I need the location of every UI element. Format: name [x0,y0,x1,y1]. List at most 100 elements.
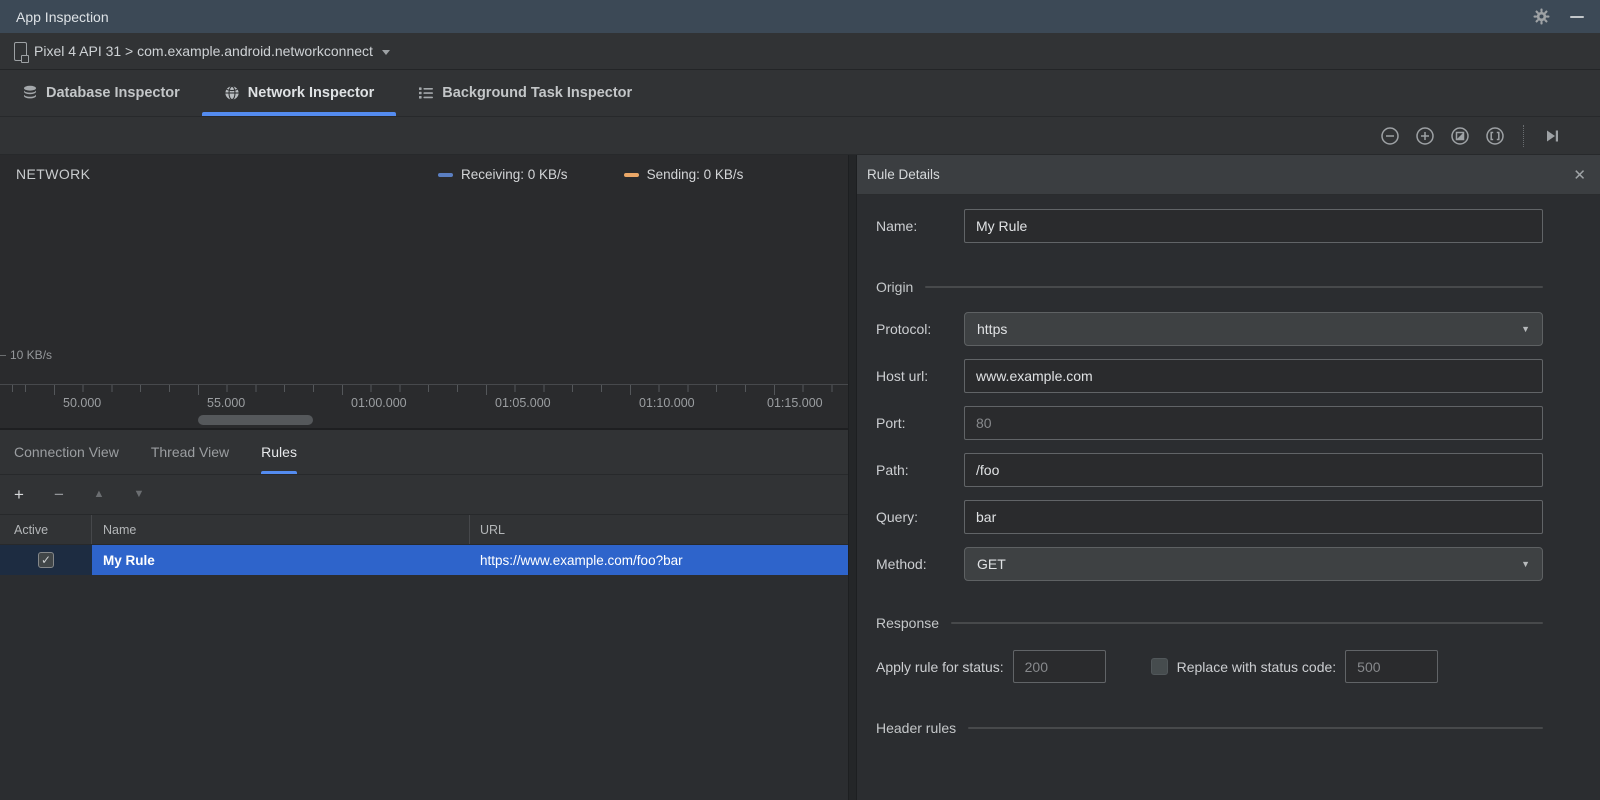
apply-status-input[interactable] [1012,650,1106,683]
y-axis-max-label: 10 KB/s [0,348,52,362]
protocol-row: Protocol: https ▼ [876,312,1543,346]
rule-active-checkbox[interactable]: ✓ [38,552,54,568]
replace-status-input[interactable] [1345,650,1439,683]
dropdown-arrow-icon: ▼ [1521,559,1530,569]
tab-label: Network Inspector [247,85,375,101]
tab-network-inspector[interactable]: Network Inspector [201,70,397,116]
query-label: Query: [876,509,919,525]
receiving-color-swatch [438,172,453,177]
rule-name-input[interactable] [964,209,1543,243]
device-process-bar[interactable]: Pixel 4 API 31 > com.example.android.net… [0,33,1600,70]
zoom-out-icon[interactable] [1380,126,1400,146]
tab-thread-view[interactable]: Thread View [151,430,229,474]
rule-details-header: Rule Details ✕ [857,155,1600,195]
port-label: Port: [876,415,906,431]
tick-label: 01:00.000 [351,396,407,410]
origin-section-header: Origin [876,279,1543,295]
protocol-value: https [977,321,1008,337]
rule-details-form: Name: Origin Protocol: https ▼ Host url:… [857,195,1600,800]
add-rule-button[interactable]: + [10,486,28,503]
port-input[interactable] [964,406,1543,440]
apply-status-label: Apply rule for status: [876,658,1004,675]
settings-gear-icon[interactable] [1532,8,1550,26]
major-tick [774,385,775,395]
section-divider-line [925,286,1543,288]
sending-color-swatch [623,172,639,177]
port-row: Port: [876,406,1543,440]
toolbar-separator [1523,124,1524,147]
path-label: Path: [876,462,909,478]
tab-rules[interactable]: Rules [261,430,297,474]
timeline-minor-ticks [0,385,848,392]
rule-active-cell: ✓ [0,545,92,575]
protocol-label: Protocol: [876,321,932,337]
rule-details-panel: Rule Details ✕ Name: Origin Protocol: ht… [857,155,1600,800]
method-value: GET [977,556,1006,572]
column-header-active[interactable]: Active [0,515,92,544]
device-phone-icon [14,41,29,63]
chart-title: NETWORK [16,166,91,182]
header-rules-section-header: Header rules [876,720,1543,736]
tab-database-inspector[interactable]: Database Inspector [0,70,202,116]
legend-sending: Sending: 0 KB/s [623,167,743,182]
window-title: App Inspection [16,8,109,25]
rule-url-cell: https://www.example.com/foo?bar [470,545,848,575]
profiler-zoom-toolbar [0,117,1600,155]
rules-table-header: Active Name URL [0,515,848,545]
host-label: Host url: [876,368,929,384]
timeline-scrollbar-thumb[interactable] [198,415,313,425]
zoom-in-icon[interactable] [1415,126,1435,146]
remove-rule-button[interactable]: − [50,486,68,503]
major-tick [198,385,199,395]
rules-table-empty-area [0,575,848,800]
legend-receiving-label: Receiving: 0 KB/s [461,167,568,182]
dropdown-arrow-icon: ▼ [1521,324,1530,334]
path-row: Path: [876,453,1543,487]
query-input[interactable] [964,500,1543,534]
protocol-dropdown[interactable]: https ▼ [964,312,1543,346]
response-section-header: Response [876,615,1543,631]
reset-zoom-icon[interactable] [1450,126,1470,146]
name-label: Name: [876,218,918,234]
section-divider-line [951,622,1543,624]
tick-label: 01:10.000 [639,396,695,410]
device-process-selection: Pixel 4 API 31 > com.example.android.net… [34,43,373,59]
tab-connection-view[interactable]: Connection View [14,430,119,474]
close-icon[interactable]: ✕ [1573,166,1586,184]
replace-status-checkbox[interactable] [1150,658,1168,675]
host-url-input[interactable] [964,359,1543,393]
rule-name-cell: My Rule [92,545,470,575]
query-row: Query: [876,500,1543,534]
tick-label: 50.000 [63,396,102,410]
tab-label: Database Inspector [46,85,180,101]
app-inspection-titlebar: App Inspection [0,0,1600,33]
status-code-row: Apply rule for status: Replace with stat… [876,650,1543,683]
move-rule-down-button[interactable]: ▼ [130,489,148,500]
table-row-my-rule[interactable]: ✓ My Rule https://www.example.com/foo?ba… [0,545,848,575]
task-list-icon [419,87,434,99]
zoom-to-selection-icon[interactable] [1485,126,1505,146]
chevron-down-icon [381,49,390,55]
y-axis-tick [0,354,6,356]
network-inspector-left-pane: NETWORK Receiving: 0 KB/s Sending: 0 KB/… [0,155,848,800]
globe-icon [225,85,239,101]
move-rule-up-button[interactable]: ▲ [90,489,108,500]
network-traffic-chart[interactable]: NETWORK Receiving: 0 KB/s Sending: 0 KB/… [0,155,848,430]
timeline-ruler[interactable]: 50.000 55.000 01:00.000 01:05.000 01:10.… [0,384,848,428]
major-tick [342,385,343,395]
column-header-name[interactable]: Name [92,515,470,544]
method-dropdown[interactable]: GET ▼ [964,547,1543,581]
database-icon [24,85,36,99]
panel-splitter[interactable] [848,155,857,800]
path-input[interactable] [964,453,1543,487]
method-label: Method: [876,556,927,572]
tab-background-task-inspector[interactable]: Background Task Inspector [396,70,654,116]
minimize-icon[interactable] [1568,8,1586,26]
go-live-icon[interactable] [1542,126,1562,146]
host-row: Host url: [876,359,1543,393]
name-row: Name: [876,209,1543,243]
tick-label: 55.000 [207,396,246,410]
column-header-url[interactable]: URL [470,515,848,544]
tab-label: Background Task Inspector [442,85,633,101]
rule-details-title: Rule Details [867,167,940,182]
